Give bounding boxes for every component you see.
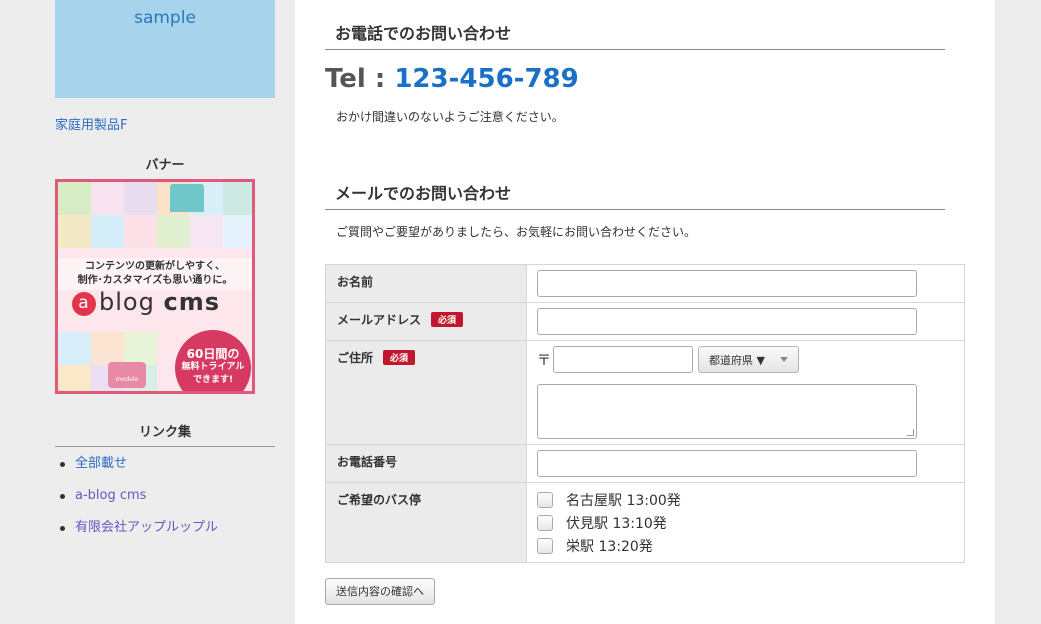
tel-number[interactable]: 123-456-789 <box>394 64 578 94</box>
logo-mark: a <box>72 292 96 316</box>
product-link[interactable]: 家庭用製品F <box>55 114 127 133</box>
banner-copy: コンテンツの更新がしやすく、 制作･カスタマイズも思い通りに。 <box>58 258 252 290</box>
bus-label-text: ご希望のバス停 <box>337 493 422 507</box>
bus-option-label: 伏見駅 13:10発 <box>566 515 667 532</box>
banner-tile <box>190 215 223 248</box>
checkbox[interactable] <box>537 491 553 508</box>
module-block: module <box>108 362 146 388</box>
links-heading: リンク集 <box>138 425 191 440</box>
trial-badge: 60日間の 無料トライアル できます! <box>175 330 251 391</box>
phone-label: お電話番号 <box>325 444 527 483</box>
required-badge: 必須 <box>383 350 416 365</box>
zip-input[interactable] <box>553 346 693 373</box>
address-label-text: ご住所 <box>337 351 374 365</box>
form-row-name: お名前 <box>325 264 965 303</box>
divider <box>55 446 275 447</box>
acms-logo: a blog cms <box>72 288 220 316</box>
badge-line: できます! <box>192 375 234 385</box>
banner-tile <box>124 332 157 365</box>
bus-cell: 名古屋駅 13:00発 伏見駅 13:10発 栄駅 13:20発 <box>526 482 965 563</box>
phone-label-text: お電話番号 <box>337 455 398 469</box>
form-row-phone: お電話番号 <box>325 444 965 483</box>
bus-option[interactable]: 伏見駅 13:10発 <box>537 511 954 534</box>
link-label[interactable]: 有限会社アップルップル <box>75 520 218 535</box>
phone-note: おかけ間違いのないようご注意ください。 <box>336 110 564 124</box>
banner-tile <box>58 215 91 248</box>
link-item[interactable]: 全部載せ <box>60 456 218 488</box>
banner-heading: バナー <box>145 158 185 173</box>
badge-line: 無料トライアル <box>181 362 245 372</box>
banner-tile <box>124 215 157 248</box>
name-input[interactable] <box>537 270 917 297</box>
banner-tile <box>58 332 91 365</box>
form-row-email: メールアドレス 必須 <box>325 302 965 341</box>
banner-copy-line: 制作･カスタマイズも思い通りに。 <box>77 275 233 286</box>
bus-label: ご希望のバス停 <box>325 482 527 563</box>
address-cell: 〒 都道府県 ▼ <box>526 340 965 445</box>
name-label: お名前 <box>325 264 527 303</box>
main-content: お電話でのお問い合わせ Tel : 123-456-789 おかけ間違いのないよ… <box>295 0 995 624</box>
divider <box>325 209 945 210</box>
link-label[interactable]: 全部載せ <box>75 456 127 471</box>
sample-label: sample <box>134 8 196 28</box>
banner-tile <box>58 182 91 215</box>
phone-input[interactable] <box>537 450 917 477</box>
address-textarea[interactable] <box>537 384 917 439</box>
form-row-address: ご住所 必須 〒 都道府県 ▼ <box>325 340 965 445</box>
checkbox[interactable] <box>537 537 553 554</box>
mail-section-title: メールでのお問い合わせ <box>335 184 512 203</box>
logo-text-bold: cms <box>163 288 220 316</box>
confirm-button[interactable]: 送信内容の確認へ <box>325 578 435 605</box>
sidebar: sample 家庭用製品F バナー module コンテンツの更新がしやすく、 … <box>0 0 295 624</box>
prefecture-select[interactable]: 都道府県 ▼ <box>698 346 799 373</box>
resize-grip-icon[interactable] <box>907 429 914 436</box>
sample-image[interactable]: sample <box>55 0 275 98</box>
postal-mark-icon: 〒 <box>537 352 551 369</box>
divider <box>325 49 945 50</box>
link-label[interactable]: a-blog cms <box>75 488 146 503</box>
prefecture-select-label: 都道府県 ▼ <box>709 353 765 367</box>
phone-cell <box>526 444 965 483</box>
bus-option-label: 名古屋駅 13:00発 <box>566 492 681 509</box>
badge-line: 60日間の <box>186 347 240 361</box>
contact-form: お名前 メールアドレス 必須 ご住所 必須 〒 都道府県 ▼ お電話番号 ご希望… <box>325 264 965 563</box>
mail-note: ご質問やご要望がありましたら、お気軽にお問い合わせください。 <box>336 225 697 239</box>
bus-option-label: 栄駅 13:20発 <box>566 538 653 555</box>
banner-tile <box>91 182 124 215</box>
links-list: 全部載せ a-blog cms 有限会社アップルップル <box>60 456 218 552</box>
name-cell <box>526 264 965 303</box>
banner-tile <box>223 182 252 215</box>
tel-prefix: Tel : <box>325 64 395 94</box>
logo-text-light: blog <box>99 288 155 316</box>
bus-option[interactable]: 栄駅 13:20発 <box>537 534 954 557</box>
email-label: メールアドレス 必須 <box>325 302 527 341</box>
banner-tile <box>124 182 157 215</box>
address-label: ご住所 必須 <box>325 340 527 445</box>
shop-icon <box>170 184 204 212</box>
checkbox[interactable] <box>537 514 553 531</box>
email-cell <box>526 302 965 341</box>
phone-section-title: お電話でのお問い合わせ <box>335 24 512 43</box>
required-badge: 必須 <box>431 312 464 327</box>
banner-tile <box>91 215 124 248</box>
form-row-bus: ご希望のバス停 名古屋駅 13:00発 伏見駅 13:10発 栄駅 13:20発 <box>325 482 965 563</box>
banner-tile <box>58 365 91 391</box>
banner-tile <box>91 332 124 365</box>
banner-tile <box>223 215 252 248</box>
acms-banner[interactable]: module コンテンツの更新がしやすく、 制作･カスタマイズも思い通りに。 a… <box>55 179 255 394</box>
email-input[interactable] <box>537 308 917 335</box>
tel-line: Tel : 123-456-789 <box>325 64 579 94</box>
zip-row: 〒 都道府県 ▼ <box>537 346 954 373</box>
banner-tile <box>157 215 190 248</box>
email-label-text: メールアドレス <box>337 313 422 327</box>
module-label: module <box>115 376 139 383</box>
chevron-down-icon <box>780 357 788 362</box>
name-label-text: お名前 <box>337 275 374 289</box>
bus-option[interactable]: 名古屋駅 13:00発 <box>537 488 954 511</box>
link-item[interactable]: 有限会社アップルップル <box>60 520 218 552</box>
banner-copy-line: コンテンツの更新がしやすく、 <box>85 261 225 272</box>
link-item[interactable]: a-blog cms <box>60 488 218 520</box>
